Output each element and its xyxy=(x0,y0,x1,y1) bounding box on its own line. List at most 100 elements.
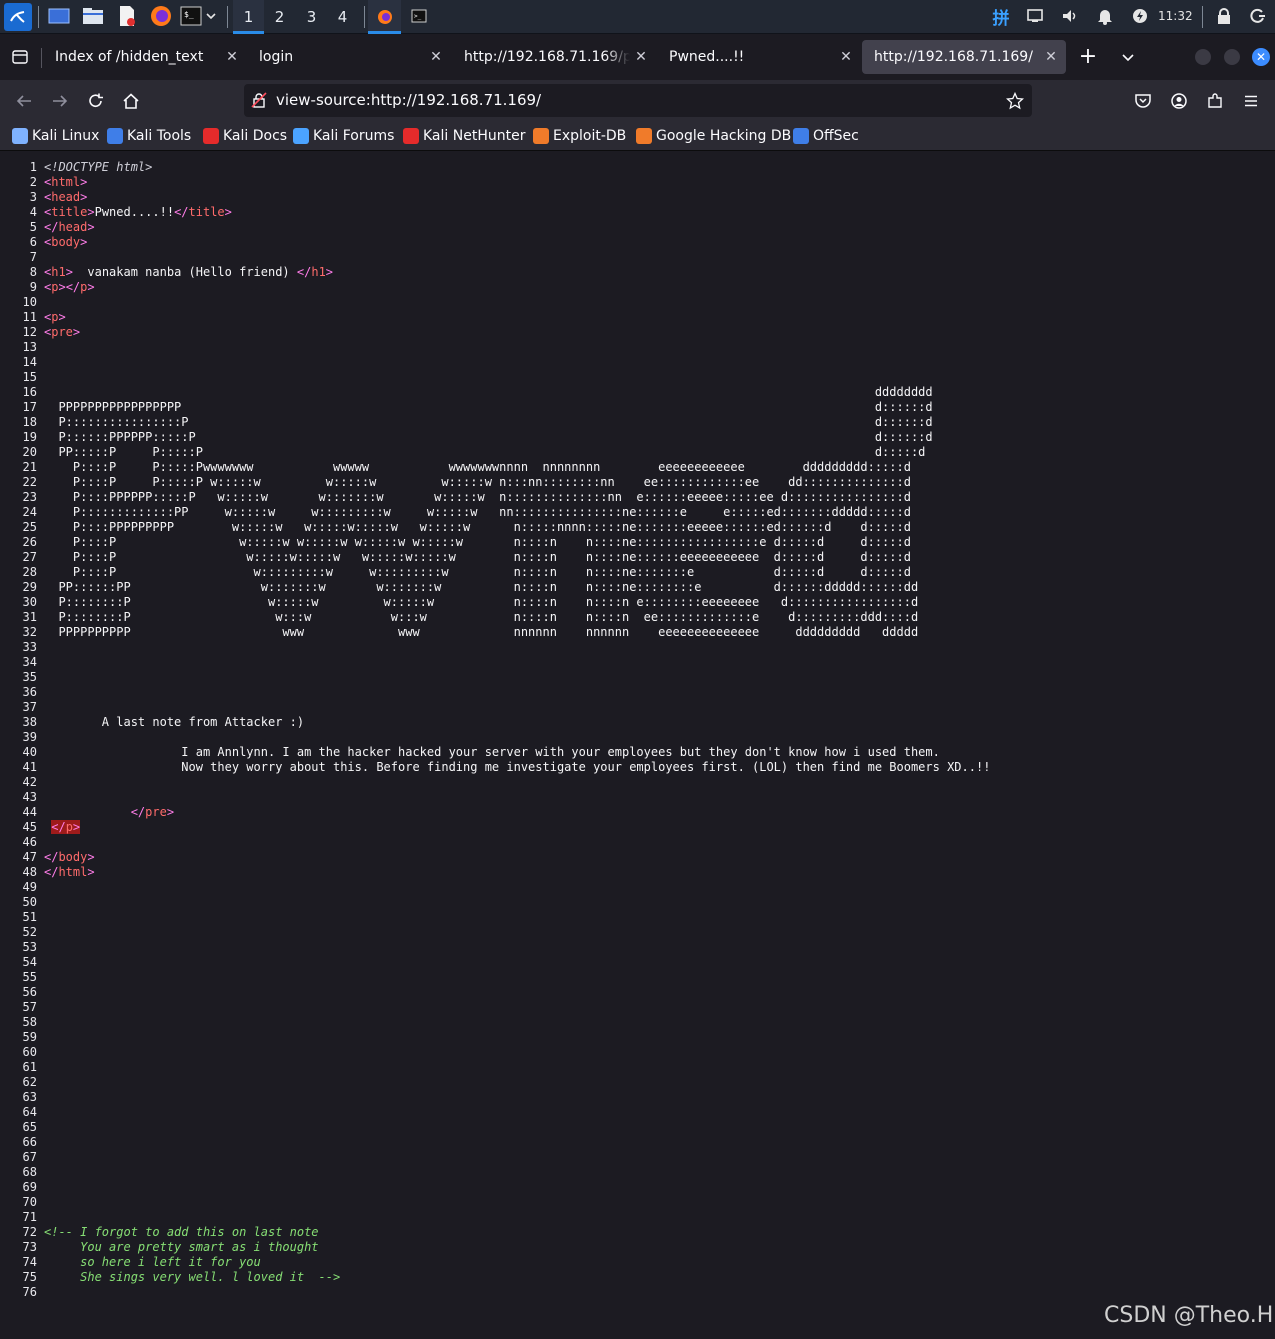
bookmark-kali-docs[interactable]: Kali Docs xyxy=(203,122,287,150)
bookmark-exploit-db[interactable]: Exploit-DB xyxy=(533,122,626,150)
network-icon[interactable] xyxy=(1023,4,1047,28)
code-token: Now they worry about this. Before findin… xyxy=(44,760,991,774)
source-line: 22 P::::P P:::::P w:::::w w:::::w w:::::… xyxy=(0,475,1275,490)
bookmark-offsec[interactable]: OffSec xyxy=(793,122,859,150)
source-line: 39 xyxy=(0,730,1275,745)
workspace-4[interactable]: 4 xyxy=(327,0,358,34)
workspace-3[interactable]: 3 xyxy=(296,0,327,34)
close-window-button[interactable]: ✕ xyxy=(1252,48,1270,66)
notification-icon[interactable] xyxy=(1093,4,1117,28)
firefox-window-button[interactable] xyxy=(368,0,401,34)
tab-view-source[interactable]: http://192.168.71.169/ ✕ xyxy=(862,40,1066,74)
line-number: 22 xyxy=(22,475,37,489)
code-token: > xyxy=(87,205,95,219)
text-editor-icon[interactable] xyxy=(115,4,139,28)
bookmark-kali-linux[interactable]: Kali Linux xyxy=(12,122,99,150)
kali-menu-icon[interactable] xyxy=(4,3,32,31)
power-icon[interactable] xyxy=(1128,4,1152,28)
source-line: 18 P::::::::::::::::P d::::::d xyxy=(0,415,1275,430)
source-line: 19 P::::::PPPPPP:::::P d::::::d xyxy=(0,430,1275,445)
list-all-tabs-button[interactable] xyxy=(1116,46,1140,70)
line-number: 65 xyxy=(22,1120,37,1134)
tab-index-hidden-text[interactable]: Index of /hidden_text ✕ xyxy=(43,40,247,74)
page-info-icon[interactable] xyxy=(251,92,267,108)
tab-login[interactable]: login ✕ xyxy=(247,40,451,74)
account-button[interactable] xyxy=(1166,88,1192,114)
bookmark-label: Kali Linux xyxy=(32,128,100,144)
code-token: PP:::::P P:::::P d:::::d xyxy=(44,445,926,459)
close-icon[interactable]: ✕ xyxy=(425,49,447,65)
code-token: <!-- I forgot to add this on last note xyxy=(44,1225,319,1239)
back-button[interactable] xyxy=(11,88,37,114)
source-line: 56 xyxy=(0,985,1275,1000)
input-method-icon[interactable]: 拼 xyxy=(989,4,1013,29)
bookmark-google-hacking-db[interactable]: Google Hacking DB xyxy=(636,122,791,150)
workspace-1[interactable]: 1 xyxy=(233,0,264,34)
bookmark-star-icon[interactable] xyxy=(1005,91,1025,110)
code-token: title xyxy=(188,205,225,219)
source-line: 26 P::::P w:::::w w:::::w w:::::w w:::::… xyxy=(0,535,1275,550)
firefox-view-icon[interactable] xyxy=(8,46,32,68)
code-token: P::::P w:::::w w:::::w w:::::w w:::::w n… xyxy=(44,535,911,549)
url-bar[interactable]: view-source:http://192.168.71.169/ xyxy=(244,84,1032,117)
close-icon[interactable]: ✕ xyxy=(1040,49,1062,65)
logout-icon[interactable] xyxy=(1246,4,1270,28)
close-icon[interactable]: ✕ xyxy=(630,49,652,65)
line-code: </body> xyxy=(44,850,95,865)
terminal-icon[interactable]: $_ xyxy=(179,4,203,28)
line-number: 3 xyxy=(29,190,37,204)
source-line: 59 xyxy=(0,1030,1275,1045)
bookmark-kali-tools[interactable]: Kali Tools xyxy=(107,122,191,150)
code-token: </ xyxy=(130,805,146,819)
file-manager-icon[interactable] xyxy=(81,4,105,28)
lock-icon[interactable] xyxy=(1212,4,1236,28)
workspace-2[interactable]: 2 xyxy=(264,0,295,34)
source-line: 64 xyxy=(0,1105,1275,1120)
tab-divider xyxy=(41,48,42,68)
extensions-button[interactable] xyxy=(1202,88,1228,114)
show-desktop-icon[interactable] xyxy=(47,4,71,28)
source-line: 51 xyxy=(0,910,1275,925)
clock[interactable]: 11:32 xyxy=(1158,0,1193,33)
forward-button[interactable] xyxy=(47,88,73,114)
source-line: 61 xyxy=(0,1060,1275,1075)
source-line: 23 P::::PPPPPP:::::P w:::::w w:::::::w w… xyxy=(0,490,1275,505)
maximize-button[interactable] xyxy=(1224,49,1240,65)
code-token: P::::P P:::::Pwwwwwww wwwww wwwwwwwnnnn … xyxy=(44,460,911,474)
tab-pwned[interactable]: Pwned....!! ✕ xyxy=(657,40,861,74)
reload-button[interactable] xyxy=(83,88,109,114)
terminal-window-icon[interactable]: >_ xyxy=(407,4,431,28)
line-code: <!-- I forgot to add this on last note xyxy=(44,1225,319,1240)
close-icon[interactable]: ✕ xyxy=(221,49,243,65)
line-number: 68 xyxy=(22,1165,37,1179)
firefox-icon[interactable] xyxy=(149,4,173,28)
source-line: 74 so here i left it for you xyxy=(0,1255,1275,1270)
bookmark-kali-forums[interactable]: Kali Forums xyxy=(293,122,394,150)
line-number: 47 xyxy=(22,850,37,864)
url-input[interactable]: view-source:http://192.168.71.169/ xyxy=(276,84,541,117)
close-icon[interactable]: ✕ xyxy=(835,49,857,65)
source-line: 33 xyxy=(0,640,1275,655)
bookmark-label: OffSec xyxy=(813,128,859,144)
tab-pwn-url[interactable]: http://192.168.71.169/pwn ✕ xyxy=(452,40,656,74)
code-token: </ xyxy=(44,220,59,234)
source-line: 12 <pre> xyxy=(0,325,1275,340)
line-number: 18 xyxy=(22,415,37,429)
line-number: 46 xyxy=(22,835,37,849)
code-token: > xyxy=(58,310,66,324)
line-number: 28 xyxy=(22,565,37,579)
home-button[interactable] xyxy=(118,88,144,114)
code-token: P::::PPPPPP:::::P w:::::w w:::::::w w:::… xyxy=(44,490,911,504)
source-line: 43 xyxy=(0,790,1275,805)
code-token: P::::P P:::::P w:::::w w:::::w w:::::w n… xyxy=(44,475,911,489)
new-tab-button[interactable]: + xyxy=(1076,46,1100,70)
volume-icon[interactable] xyxy=(1058,4,1082,28)
line-number: 30 xyxy=(22,595,37,609)
pocket-button[interactable] xyxy=(1130,88,1156,114)
terminal-dropdown-icon[interactable] xyxy=(203,4,219,28)
line-number: 19 xyxy=(22,430,37,444)
menu-button[interactable] xyxy=(1238,88,1264,114)
bookmark-kali-nethunter[interactable]: Kali NetHunter xyxy=(403,122,525,150)
minimize-button[interactable] xyxy=(1195,49,1211,65)
